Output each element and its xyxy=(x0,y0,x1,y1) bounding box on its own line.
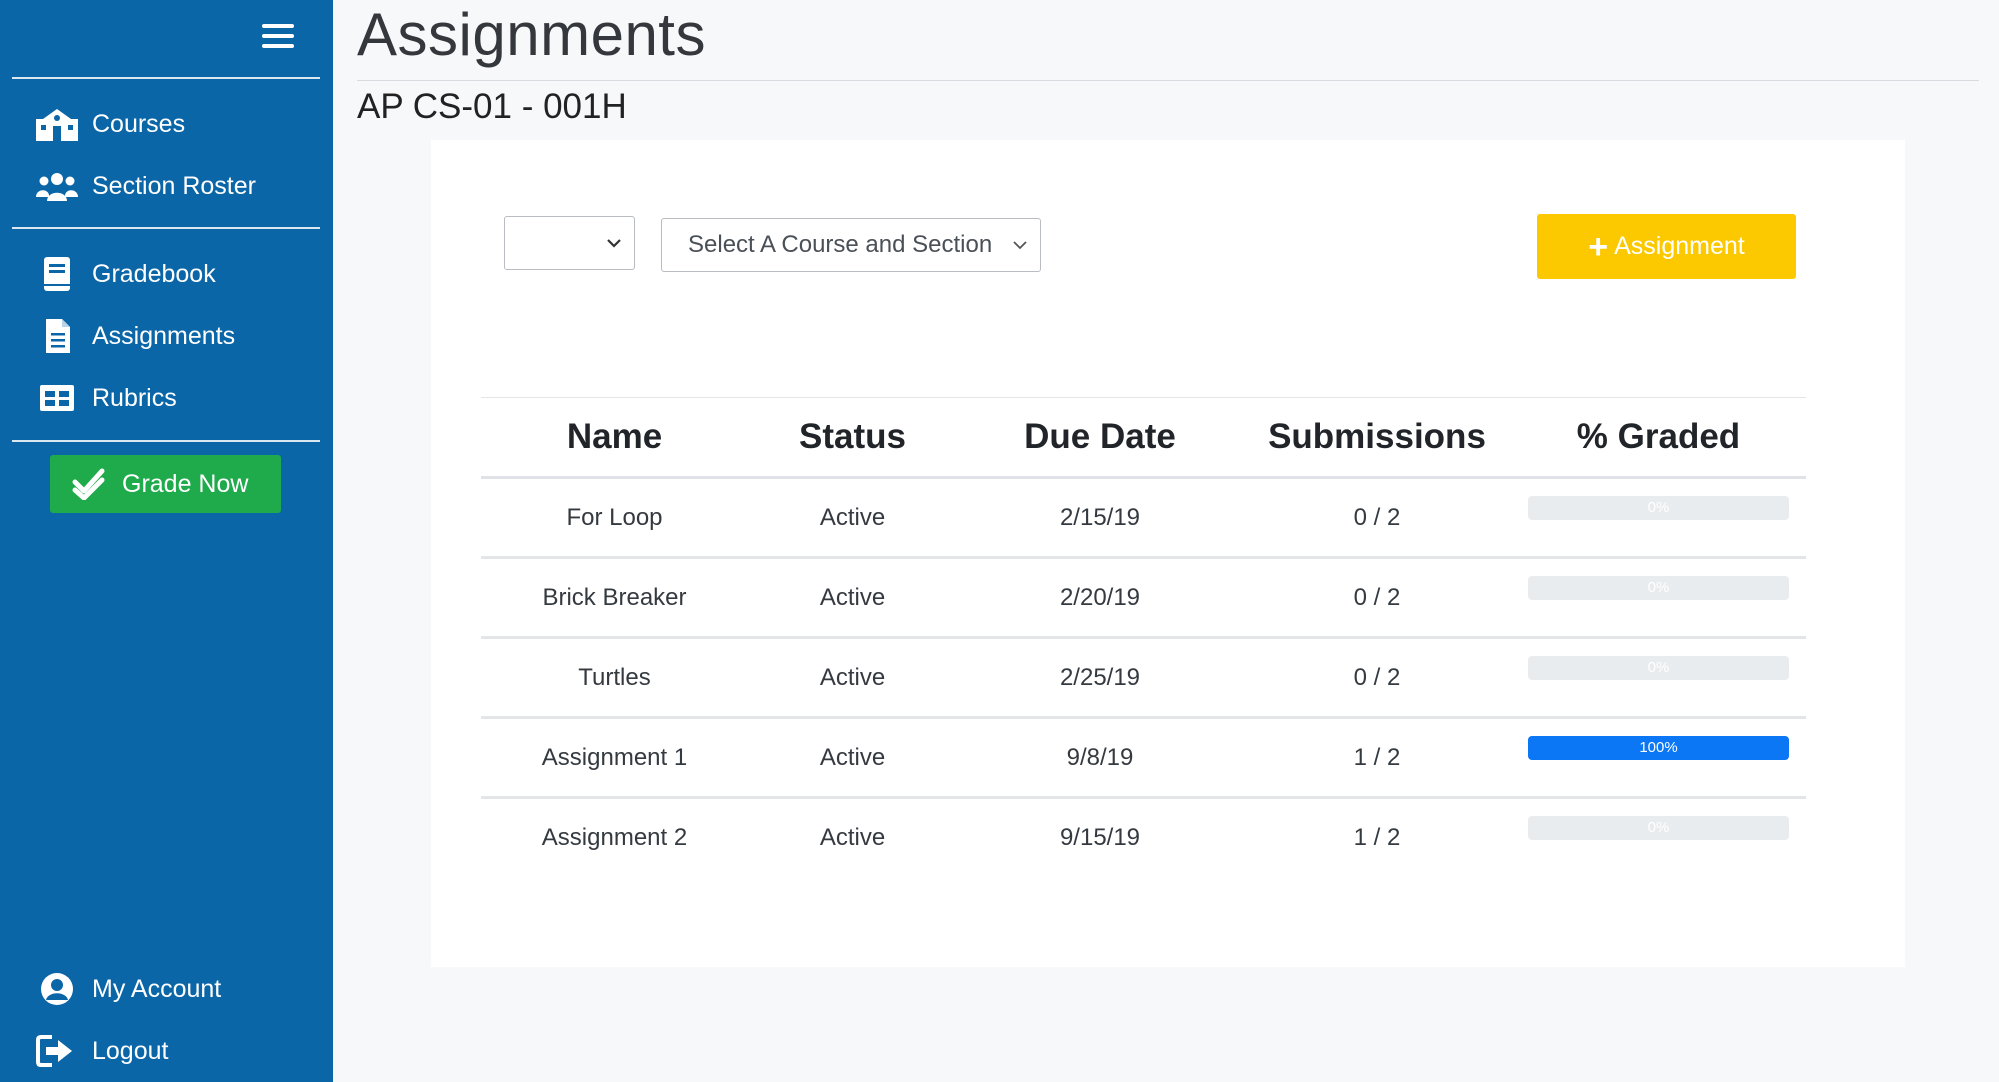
sidebar-item-assignments[interactable]: Assignments xyxy=(36,312,235,360)
assignment-status: Active xyxy=(819,503,886,531)
assignment-status: Active xyxy=(819,743,886,771)
filter-select[interactable] xyxy=(504,216,635,270)
table-row[interactable]: Assignment 1 Active 9/8/19 1 / 2 100% xyxy=(481,719,1806,799)
sidebar-item-label: Rubrics xyxy=(92,383,177,412)
assignment-name[interactable]: For Loop xyxy=(481,504,748,532)
graded-progress-bar: 0% xyxy=(1528,495,1789,520)
sidebar-item-logout[interactable]: Logout xyxy=(36,1027,168,1075)
assignment-status: Active xyxy=(819,583,886,611)
plus-icon: + xyxy=(1588,227,1609,266)
sidebar: Courses Section Roster Gradebook Assignm… xyxy=(0,0,333,1082)
sidebar-item-label: Section Roster xyxy=(92,171,256,200)
table-row[interactable]: Turtles Active 2/25/19 0 / 2 0% xyxy=(481,639,1806,719)
assignment-due-date: 2/25/19 xyxy=(1059,663,1141,691)
assignment-due-date: 9/15/19 xyxy=(1059,823,1141,851)
assignments-table: Name Status Due Date Submissions % Grade… xyxy=(481,397,1806,876)
graded-progress-text: 0% xyxy=(1647,499,1670,516)
assignment-status: Active xyxy=(819,663,886,691)
sidebar-item-my-account[interactable]: My Account xyxy=(36,965,221,1013)
logout-icon xyxy=(36,1033,80,1069)
chevron-down-icon xyxy=(1013,241,1027,250)
graded-cell: 0% xyxy=(1511,495,1806,520)
column-header-submissions[interactable]: Submissions xyxy=(1243,417,1511,457)
graded-progress-text: 100% xyxy=(1639,739,1678,756)
graded-progress-text: 0% xyxy=(1647,659,1670,676)
graded-cell: 0% xyxy=(1511,815,1806,840)
table-icon xyxy=(36,380,80,416)
graded-progress-bar: 0% xyxy=(1528,815,1789,840)
add-assignment-button[interactable]: + Assignment xyxy=(1537,214,1796,279)
assignment-submissions: 0 / 2 xyxy=(1353,503,1401,531)
table-row[interactable]: Brick Breaker Active 2/20/19 0 / 2 0% xyxy=(481,559,1806,639)
grade-now-button[interactable]: Grade Now xyxy=(50,455,281,513)
chevron-down-icon xyxy=(607,239,621,248)
users-icon xyxy=(36,168,80,204)
assignment-due-date: 9/8/19 xyxy=(1066,743,1134,771)
sidebar-item-label: Assignments xyxy=(92,321,236,350)
assignment-status: Active xyxy=(819,823,886,851)
graded-progress-bar: 100% xyxy=(1528,735,1789,760)
hamburger-menu-icon[interactable] xyxy=(262,24,294,50)
sidebar-item-section-roster[interactable]: Section Roster xyxy=(36,162,256,210)
graded-cell: 0% xyxy=(1511,655,1806,680)
table-row[interactable]: For Loop Active 2/15/19 0 / 2 0% xyxy=(481,479,1806,559)
add-assignment-label: Assignment xyxy=(1614,232,1745,260)
assignments-card: Select A Course and Section + Assignment… xyxy=(431,140,1905,967)
table-header: Name Status Due Date Submissions % Grade… xyxy=(481,397,1806,479)
assignment-name[interactable]: Turtles xyxy=(481,664,748,692)
sidebar-item-rubrics[interactable]: Rubrics xyxy=(36,374,177,422)
sidebar-divider xyxy=(12,77,320,79)
page-subtitle: AP CS-01 - 001H xyxy=(357,87,627,126)
column-header-status[interactable]: Status xyxy=(748,417,957,457)
assignment-due-date: 2/20/19 xyxy=(1059,583,1141,611)
graded-cell: 100% xyxy=(1511,735,1806,760)
column-header-name[interactable]: Name xyxy=(481,417,748,457)
page-title: Assignments xyxy=(357,1,706,68)
assignment-submissions: 0 / 2 xyxy=(1353,663,1401,691)
graded-progress-bar: 0% xyxy=(1528,575,1789,600)
grade-now-label: Grade Now xyxy=(122,469,249,498)
sidebar-divider xyxy=(12,440,320,442)
course-section-select-value: Select A Course and Section xyxy=(688,231,993,258)
assignment-name[interactable]: Brick Breaker xyxy=(481,584,748,612)
book-icon xyxy=(36,256,80,292)
double-check-icon xyxy=(72,468,108,500)
graded-progress-bar: 0% xyxy=(1528,655,1789,680)
graded-cell: 0% xyxy=(1511,575,1806,600)
sidebar-item-label: Courses xyxy=(92,109,186,138)
user-circle-icon xyxy=(36,971,80,1007)
file-text-icon xyxy=(36,318,80,354)
sidebar-item-label: My Account xyxy=(92,974,222,1003)
school-icon xyxy=(36,106,80,142)
sidebar-divider xyxy=(12,227,320,229)
sidebar-item-label: Logout xyxy=(92,1036,169,1065)
column-header-due-date[interactable]: Due Date xyxy=(957,417,1243,457)
sidebar-item-label: Gradebook xyxy=(92,259,216,288)
assignment-submissions: 0 / 2 xyxy=(1353,583,1401,611)
graded-progress-text: 0% xyxy=(1647,579,1670,596)
column-header-percent-graded[interactable]: % Graded xyxy=(1511,417,1806,457)
assignment-name[interactable]: Assignment 2 xyxy=(481,824,748,852)
sidebar-item-courses[interactable]: Courses xyxy=(36,100,185,148)
assignment-name[interactable]: Assignment 1 xyxy=(481,744,748,772)
assignment-submissions: 1 / 2 xyxy=(1353,743,1401,771)
assignment-due-date: 2/15/19 xyxy=(1059,503,1141,531)
graded-progress-text: 0% xyxy=(1647,819,1670,836)
assignment-submissions: 1 / 2 xyxy=(1353,823,1401,851)
sidebar-item-gradebook[interactable]: Gradebook xyxy=(36,250,216,298)
title-divider xyxy=(357,80,1979,81)
course-section-select[interactable]: Select A Course and Section xyxy=(661,218,1041,272)
table-row[interactable]: Assignment 2 Active 9/15/19 1 / 2 0% xyxy=(481,799,1806,876)
